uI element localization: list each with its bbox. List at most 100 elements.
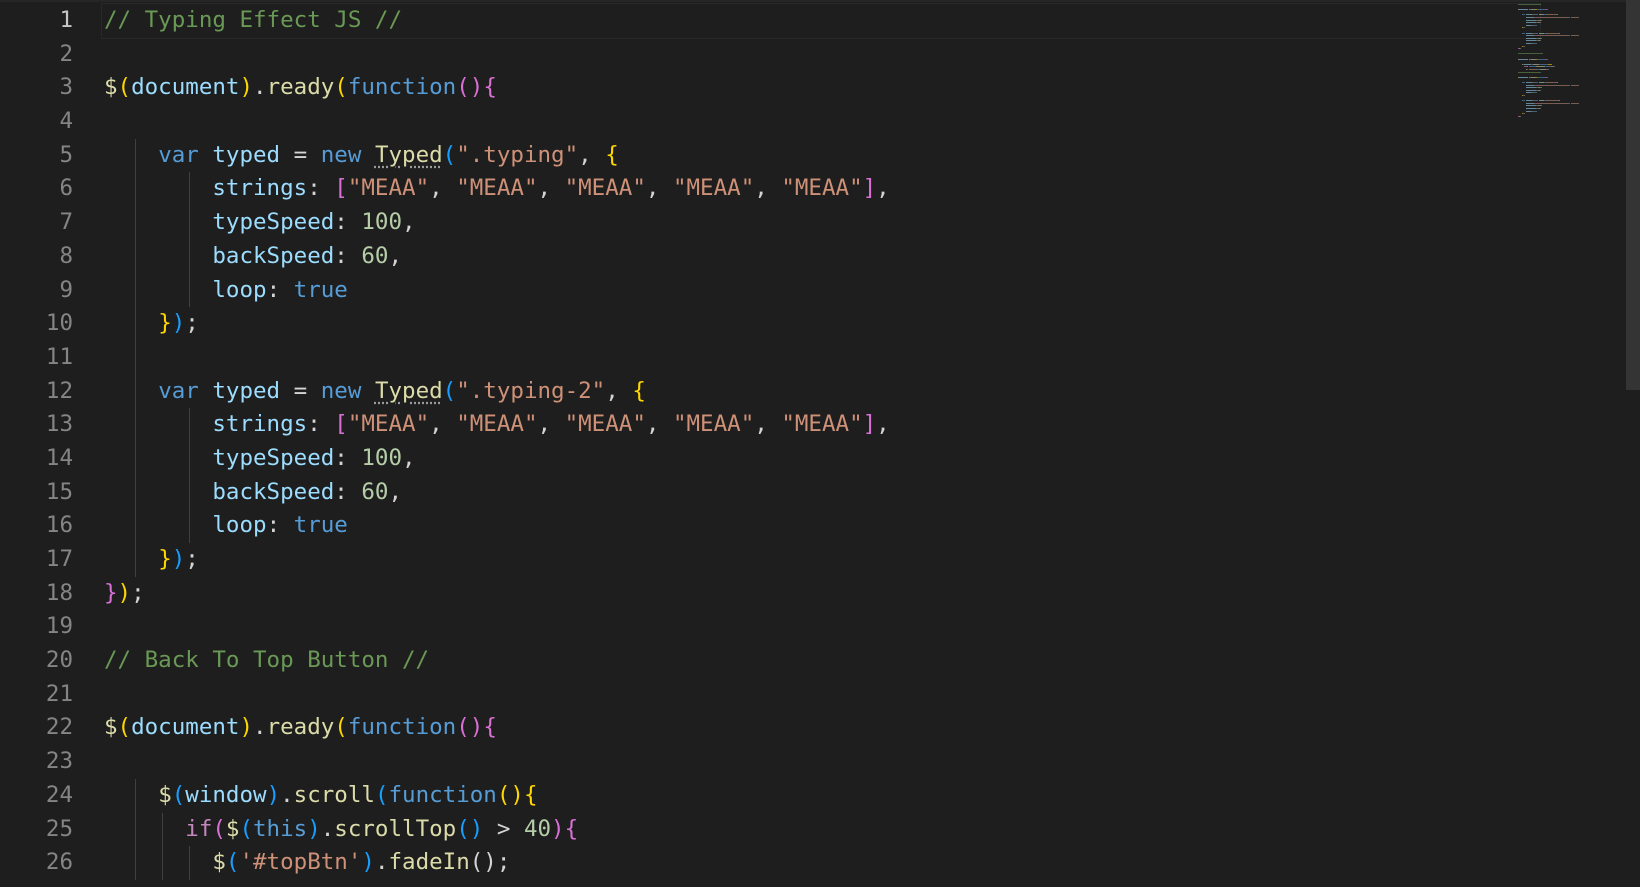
indent-guide <box>135 846 137 880</box>
scrollbar-thumb[interactable] <box>1626 0 1640 390</box>
code-line[interactable]: $('#topBtn').fadeIn(); <box>104 846 1540 880</box>
editor-top-border <box>0 0 1640 2</box>
code-token: ) <box>239 714 254 741</box>
code-token: $ <box>104 714 118 741</box>
code-line[interactable]: if($(this).scrollTop() > 40){ <box>104 812 1540 847</box>
code-line[interactable]: $(document).ready(function(){ <box>104 71 1540 105</box>
code-line[interactable]: var typed = new Typed(".typing-2", { <box>104 374 1540 409</box>
code-line[interactable]: strings: ["MEAA", "MEAA", "MEAA", "MEAA"… <box>104 408 1540 442</box>
code-token: ) <box>551 815 565 842</box>
line-number: 24 <box>45 781 73 808</box>
code-token: 40 <box>523 815 552 842</box>
code-token: { <box>632 377 646 404</box>
code-token: , <box>402 209 416 236</box>
minimap-stroke <box>1532 92 1537 94</box>
code-line[interactable]: }); <box>104 307 1540 341</box>
indent-guide <box>135 475 137 510</box>
code-token: function <box>347 74 457 101</box>
minimap-stroke <box>1520 9 1529 11</box>
minimap-stroke <box>1545 32 1557 34</box>
code-line[interactable]: backSpeed: 60, <box>104 475 1540 510</box>
code-token: = <box>280 377 321 404</box>
indent-guide <box>135 441 137 476</box>
minimap-stroke <box>1547 76 1549 78</box>
indent-guide <box>135 138 137 173</box>
code-line[interactable]: // Back To Top Button // <box>104 644 1540 678</box>
code-token: ) <box>171 310 186 337</box>
indent-guide <box>135 340 137 375</box>
minimap-stroke <box>1526 84 1534 86</box>
minimap-stroke <box>1520 48 1522 50</box>
code-token: . <box>253 74 267 101</box>
code-token: '#topBtn' <box>239 849 362 876</box>
indent-guide <box>189 509 191 543</box>
code-token: strings <box>212 411 308 438</box>
code-token: , <box>876 175 890 202</box>
code-line[interactable] <box>104 340 1540 375</box>
code-line[interactable]: // Typing Effect JS // <box>101 3 1541 39</box>
indent-guide <box>135 307 137 341</box>
code-line[interactable]: }); <box>104 577 1540 611</box>
code-token: true <box>293 512 348 539</box>
code-token: document <box>131 74 240 101</box>
code-token: "MEAA" <box>781 411 863 438</box>
code-line[interactable] <box>104 610 1540 644</box>
code-line[interactable]: $(window).scroll(function(){ <box>104 778 1540 813</box>
code-line[interactable] <box>104 678 1540 712</box>
vertical-scrollbar[interactable] <box>1626 0 1640 887</box>
code-token: ) <box>266 781 281 808</box>
minimap-stroke <box>1532 43 1537 44</box>
minimap-stroke <box>1520 115 1522 117</box>
minimap-stroke <box>1526 87 1536 89</box>
code-area[interactable]: // Typing Effect JS // $(document).ready(… <box>101 3 1541 880</box>
code-line[interactable]: strings: ["MEAA", "MEAA", "MEAA", "MEAA"… <box>104 172 1540 207</box>
code-editor[interactable]: 1 2 3 4 5 6 7 8 9 10 11 12 13 14 15 16 17 18 19 20 21 22 23 24 2… <box>0 0 1640 887</box>
line-number: 20 <box>45 647 73 674</box>
code-line[interactable] <box>104 105 1540 139</box>
code-token: "MEAA" <box>456 175 538 202</box>
code-token: backSpeed <box>212 242 335 269</box>
code-token: 60 <box>361 478 389 505</box>
minimap-stroke <box>1534 32 1538 34</box>
code-token: , <box>388 478 403 505</box>
code-line[interactable]: typeSpeed: 100, <box>104 206 1540 240</box>
code-token: () <box>496 781 524 808</box>
minimap-stroke <box>1577 102 1579 104</box>
minimap-stroke <box>1534 14 1538 16</box>
code-line[interactable]: var typed = new Typed(".typing", { <box>104 138 1540 173</box>
code-token: : <box>266 512 294 539</box>
code-line[interactable]: backSpeed: 60, <box>104 239 1540 274</box>
code-line[interactable]: loop: true <box>104 273 1540 308</box>
line-number: 11 <box>45 343 73 370</box>
minimap[interactable] <box>1518 0 1628 887</box>
code-line[interactable] <box>104 745 1540 779</box>
code-token: if <box>185 815 213 842</box>
minimap-stroke <box>1536 9 1546 11</box>
code-token: true <box>293 276 348 303</box>
minimap-stroke <box>1547 9 1549 11</box>
code-token: , <box>537 411 565 438</box>
code-line[interactable] <box>104 38 1540 72</box>
code-token: , <box>388 242 403 269</box>
minimap-stroke <box>1518 71 1542 73</box>
code-token: , <box>876 411 890 438</box>
code-token: : <box>266 276 294 303</box>
line-number: 6 <box>59 175 73 202</box>
code-token: ; <box>185 310 199 337</box>
code-token: 100 <box>361 209 403 236</box>
code-line[interactable]: typeSpeed: 100, <box>104 441 1540 476</box>
indent-guide <box>135 408 137 442</box>
code-token: . <box>320 815 335 842</box>
indent-guide <box>135 273 137 308</box>
minimap-stroke <box>1524 45 1526 47</box>
code-token: "MEAA" <box>672 411 755 438</box>
code-line[interactable]: }); <box>104 543 1540 577</box>
minimap-stroke <box>1522 32 1526 34</box>
minimap-stroke <box>1540 40 1542 42</box>
code-line[interactable]: loop: true <box>104 509 1540 543</box>
minimap-stroke <box>1522 14 1526 16</box>
code-line[interactable]: $(document).ready(function(){ <box>104 711 1540 745</box>
